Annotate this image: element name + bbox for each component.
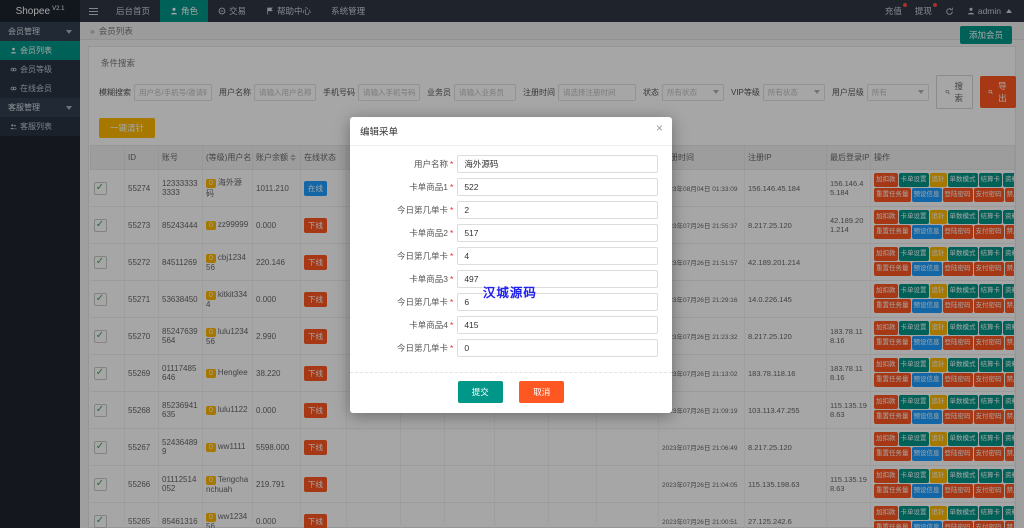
required-asterisk: * [450,228,453,238]
field-label: 今日第几单卡 [364,296,448,308]
submit-button[interactable]: 提交 [458,381,503,403]
required-asterisk: * [450,251,453,261]
modal-title: 编辑采单 [360,127,398,138]
card-product-2-field[interactable] [457,224,658,242]
required-asterisk: * [450,297,453,307]
card-product-4-field[interactable] [457,316,658,334]
required-asterisk: * [450,159,453,169]
today-order-1-field[interactable] [457,201,658,219]
modal-footer: 提交 取消 [350,372,672,413]
watermark-link[interactable]: 汉城源码 [483,282,537,301]
modal-body: 用户名称* 卡单商品1* 今日第几单卡* 卡单商品2* 今日第几单卡* 卡单商品… [350,146,672,364]
required-asterisk: * [450,343,453,353]
required-asterisk: * [450,205,453,215]
modal-title-bar: 编辑采单 × [350,117,672,146]
field-label: 用户名称 [364,158,448,170]
today-order-2-field[interactable] [457,247,658,265]
card-product-1-field[interactable] [457,178,658,196]
field-label: 卡单商品2 [364,227,448,239]
required-asterisk: * [450,274,453,284]
field-label: 今日第几单卡 [364,342,448,354]
today-order-4-field[interactable] [457,339,658,357]
username-field[interactable] [457,155,658,173]
field-label: 今日第几单卡 [364,204,448,216]
edit-order-modal: 编辑采单 × 用户名称* 卡单商品1* 今日第几单卡* 卡单商品2* 今日第几单… [350,117,672,413]
field-label: 卡单商品3 [364,273,448,285]
cancel-button[interactable]: 取消 [519,381,564,403]
required-asterisk: * [450,320,453,330]
field-label: 卡单商品1 [364,181,448,193]
close-icon[interactable]: × [656,122,663,134]
required-asterisk: * [450,182,453,192]
field-label: 今日第几单卡 [364,250,448,262]
field-label: 卡单商品4 [364,319,448,331]
